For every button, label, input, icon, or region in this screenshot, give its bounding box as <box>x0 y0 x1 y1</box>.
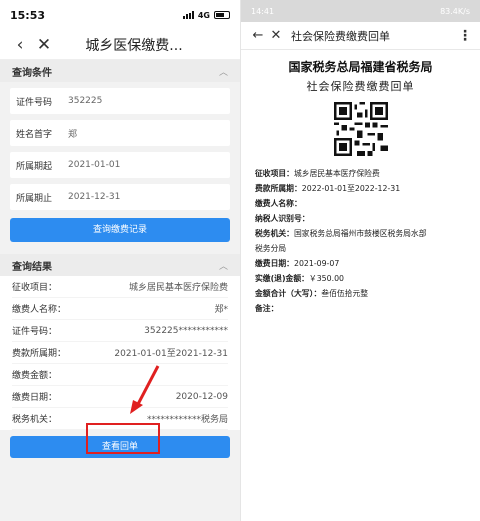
receipt-row: 费款所属期：2022-01-01至2022-12-31 <box>255 184 401 193</box>
period-start-field[interactable]: 所属期起 2021-01-01 <box>10 152 230 178</box>
nav-bar: ← ✕ 社会保险费缴费回单 ⋮ <box>241 22 480 50</box>
receipt-row: 金额合计（大写）：叁佰伍拾元整 <box>255 289 369 298</box>
receipt-row: 税务分局 <box>255 244 287 253</box>
more-icon[interactable]: ⋮ <box>458 28 472 44</box>
network-label: 4G <box>197 10 210 20</box>
battery-icon <box>214 11 230 19</box>
right-phone-screen: 14:41 83.4K/s ← ✕ 社会保险费缴费回单 ⋮ 国家税务总局福建省税… <box>241 0 480 521</box>
red-arrow-icon <box>130 365 160 414</box>
query-records-button[interactable]: 查询缴费记录 <box>10 218 230 242</box>
receipt-row: 征收项目：城乡居民基本医疗保险费 <box>255 169 380 178</box>
left-phone-screen: 15:53 4G ‹ ✕ 城乡医保缴费... 查询条件 ︿ 证件号码 35222… <box>0 0 241 521</box>
result-row: 费款所属期： 2021-01-01至2021-12-31 <box>12 342 228 364</box>
chevron-up-icon[interactable]: ︿ <box>219 259 228 272</box>
name-initial-field[interactable]: 姓名首字 郑 <box>10 120 230 146</box>
result-row: 征收项目： 城乡居民基本医疗保险费 <box>12 276 228 298</box>
close-icon[interactable]: ✕ <box>32 35 56 55</box>
receipt-fields: 征收项目：城乡居民基本医疗保险费 费款所属期：2022-01-01至2022-1… <box>241 166 480 316</box>
query-section-header[interactable]: 查询条件 ︿ <box>0 60 240 82</box>
period-end-field[interactable]: 所属期止 2021-12-31 <box>10 184 230 210</box>
status-bar: 15:53 4G <box>0 0 240 30</box>
result-row: 证件号码： 352225*********** <box>12 320 228 342</box>
id-number-field[interactable]: 证件号码 352225 <box>10 88 230 114</box>
result-row: 缴费金额： <box>12 364 228 386</box>
highlight-box <box>86 423 160 454</box>
nav-bar: ‹ ✕ 城乡医保缴费... <box>0 30 240 60</box>
status-time: 14:41 <box>251 6 275 16</box>
receipt-row: 缴费人名称： <box>255 199 302 208</box>
back-icon[interactable]: ‹ <box>8 35 32 55</box>
qr-code-icon <box>333 102 388 156</box>
network-speed: 83.4K/s <box>440 6 470 16</box>
result-row: 缴费人名称： 郑* <box>12 298 228 320</box>
receipt-row: 实缴(退)金额：￥350.00 <box>255 274 345 283</box>
receipt-row: 备注： <box>255 304 279 313</box>
result-list: 征收项目： 城乡居民基本医疗保险费 缴费人名称： 郑* 证件号码： 352225***… <box>0 276 240 430</box>
result-section-header[interactable]: 查询结果 ︿ <box>0 254 240 276</box>
page-title: 城乡医保缴费... <box>85 37 183 54</box>
query-section-title: 查询条件 <box>12 67 52 79</box>
back-arrow-icon[interactable]: ← <box>249 28 267 43</box>
receipt-row: 缴费日期：2021-09-07 <box>255 259 340 268</box>
result-row: 缴费日期： 2020-12-09 <box>12 386 228 408</box>
receipt-row: 纳税人识别号： <box>255 214 310 223</box>
doc-subtitle: 社会保险费缴费回单 <box>306 80 415 93</box>
close-icon[interactable]: ✕ <box>267 28 285 43</box>
status-bar: 14:41 83.4K/s <box>241 0 480 22</box>
signal-icon <box>182 11 194 19</box>
receipt-row: 税务机关：国家税务总局福州市鼓楼区税务局水部 <box>255 229 427 238</box>
result-section-title: 查询结果 <box>12 261 52 273</box>
doc-title: 国家税务总局福建省税务局 <box>288 60 433 74</box>
query-form: 证件号码 352225 姓名首字 郑 所属期起 2021-01-01 所属期止 … <box>10 88 230 210</box>
page-title: 社会保险费缴费回单 <box>291 29 390 43</box>
status-time: 15:53 <box>10 8 46 22</box>
chevron-up-icon[interactable]: ︿ <box>219 65 228 78</box>
